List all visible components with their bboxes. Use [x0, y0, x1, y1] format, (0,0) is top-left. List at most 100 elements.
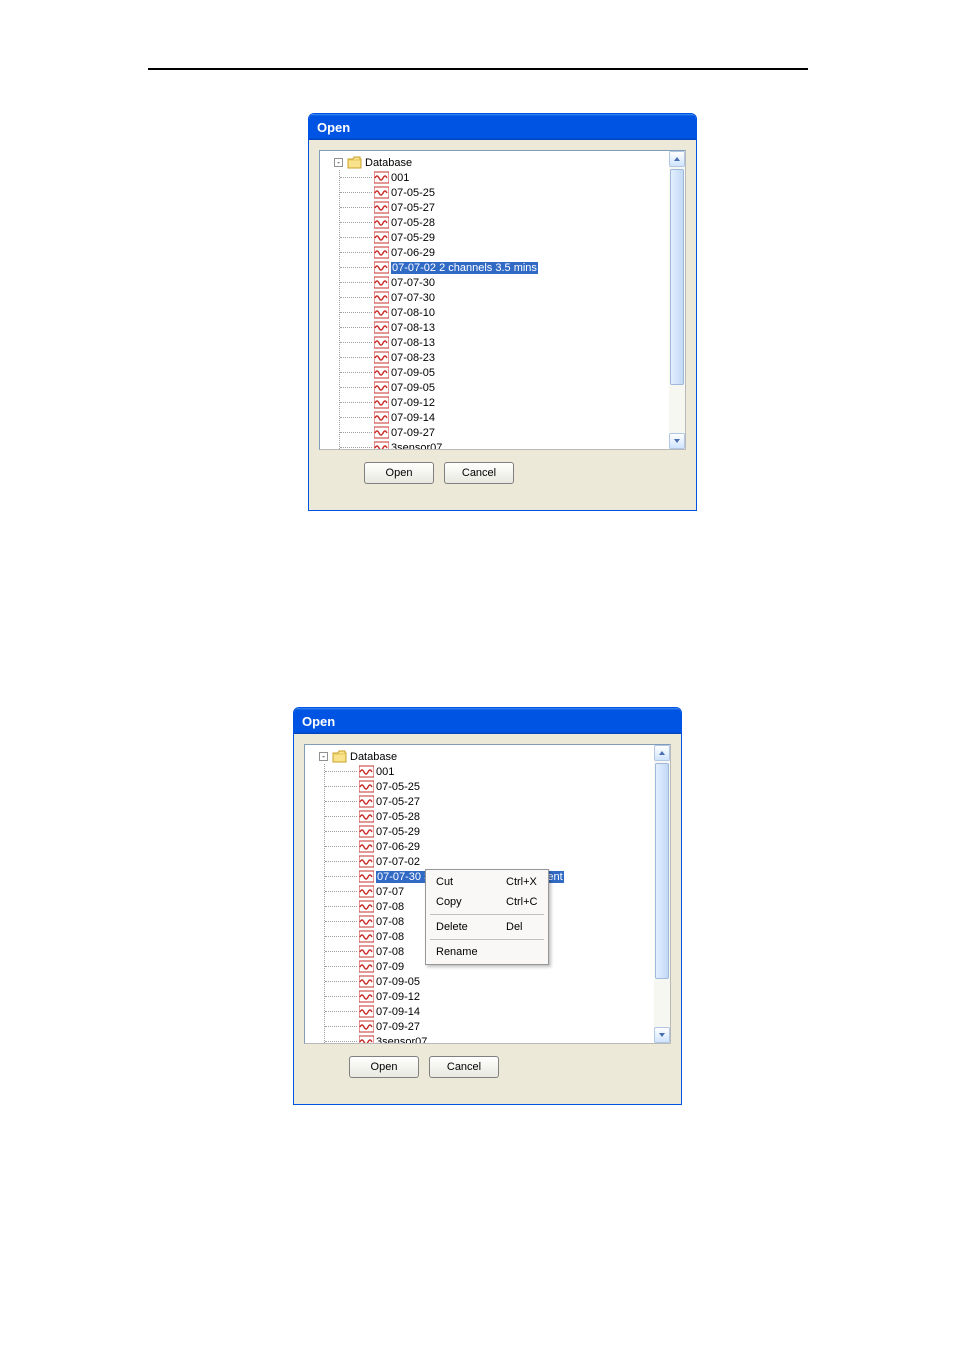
signal-file-icon	[359, 1005, 374, 1018]
menu-item-label: Cut	[436, 876, 486, 888]
tree-item-label: 07-09-12	[376, 991, 420, 1003]
signal-file-icon	[374, 396, 389, 409]
tree-item[interactable]: 07-07-30	[340, 290, 669, 305]
scroll-up-button[interactable]	[654, 745, 670, 761]
scrollbar[interactable]	[654, 745, 670, 1043]
signal-file-icon	[359, 990, 374, 1003]
tree-item-label: 3sensor07	[376, 1036, 427, 1044]
tree-item-label: 07-08-13	[391, 337, 435, 349]
tree-item-label: 07-09-05	[391, 382, 435, 394]
menu-item-label: Delete	[436, 921, 486, 933]
scroll-down-button[interactable]	[654, 1027, 670, 1043]
scrollbar-thumb[interactable]	[670, 169, 684, 385]
menu-item-label: Copy	[436, 896, 486, 908]
tree-item[interactable]: 07-08-13	[340, 320, 669, 335]
tree-root[interactable]: - Database	[326, 155, 669, 170]
tree-item[interactable]: 07-09-12	[325, 989, 654, 1004]
tree-item-label: 07-07-02 2 channels 3.5 mins	[391, 262, 538, 274]
tree-item[interactable]: 07-09-12	[340, 395, 669, 410]
menu-separator	[430, 914, 544, 915]
scrollbar[interactable]	[669, 151, 685, 449]
scroll-up-button[interactable]	[669, 151, 685, 167]
titlebar[interactable]: Open	[309, 114, 696, 140]
tree-item[interactable]: 07-05-25	[325, 779, 654, 794]
tree-view[interactable]: -Database00107-05-2507-05-2707-05-2807-0…	[304, 744, 671, 1044]
cancel-button[interactable]: Cancel	[429, 1056, 499, 1078]
tree-item-label: 07-05-29	[391, 232, 435, 244]
signal-file-icon	[359, 945, 374, 958]
expander-icon[interactable]: -	[319, 752, 328, 761]
context-menu-copy[interactable]: Copy Ctrl+C	[428, 892, 546, 912]
tree-item[interactable]: 3sensor07	[340, 440, 669, 449]
tree-item-label: 07-05-28	[376, 811, 420, 823]
tree-item[interactable]: 07-08-23	[340, 350, 669, 365]
tree-item[interactable]: 07-06-29	[325, 839, 654, 854]
tree-item-label: 07-05-27	[391, 202, 435, 214]
tree-item-label: 07-08-10	[391, 307, 435, 319]
tree-item[interactable]: 001	[340, 170, 669, 185]
open-button[interactable]: Open	[364, 462, 434, 484]
scrollbar-track[interactable]	[654, 761, 670, 1027]
open-button[interactable]: Open	[349, 1056, 419, 1078]
tree-item[interactable]: 07-05-28	[325, 809, 654, 824]
tree-item[interactable]: 07-05-29	[325, 824, 654, 839]
tree-root-label: Database	[365, 157, 412, 169]
signal-file-icon	[374, 216, 389, 229]
context-menu: Cut Ctrl+X Copy Ctrl+C Delete Del Rename	[425, 869, 549, 965]
tree-item[interactable]: 07-06-29	[340, 245, 669, 260]
tree-item[interactable]: 07-09-05	[325, 974, 654, 989]
tree-item[interactable]: 07-05-28	[340, 215, 669, 230]
scrollbar-thumb[interactable]	[655, 763, 669, 979]
tree-root[interactable]: - Database	[311, 749, 654, 764]
scrollbar-track[interactable]	[669, 167, 685, 433]
tree-item-label: 07-09-27	[376, 1021, 420, 1033]
titlebar[interactable]: Open	[294, 708, 681, 734]
tree-root-label: Database	[350, 751, 397, 763]
tree-item-label: 07-09-27	[391, 427, 435, 439]
tree-item[interactable]: 3sensor07	[325, 1034, 654, 1043]
expander-icon[interactable]: -	[334, 158, 343, 167]
tree-item[interactable]: 07-09-14	[325, 1004, 654, 1019]
signal-file-icon	[359, 825, 374, 838]
dialog-title: Open	[302, 714, 335, 729]
dialog-buttons: Open Cancel	[309, 456, 696, 484]
tree-item[interactable]: 07-05-25	[340, 185, 669, 200]
tree-item-label: 07-05-25	[376, 781, 420, 793]
tree-item[interactable]: 07-07-02 2 channels 3.5 mins	[340, 260, 669, 275]
tree-item[interactable]: 07-07-30	[340, 275, 669, 290]
tree-item[interactable]: 07-09-14	[340, 410, 669, 425]
signal-file-icon	[374, 186, 389, 199]
tree-item[interactable]: 001	[325, 764, 654, 779]
tree-item[interactable]: 07-09-05	[340, 365, 669, 380]
tree-item-label: 07-08	[376, 931, 404, 943]
tree-item[interactable]: 07-05-27	[340, 200, 669, 215]
down-arrow-icon	[658, 1031, 666, 1039]
tree-view[interactable]: - Database 00107-05-25 07-05-27 07-05-28 07-0…	[319, 150, 686, 450]
tree-item-label: 07-07	[376, 886, 404, 898]
signal-file-icon	[374, 336, 389, 349]
signal-file-icon	[374, 366, 389, 379]
tree-item[interactable]: 07-09-27	[325, 1019, 654, 1034]
tree-item[interactable]: 07-08-13	[340, 335, 669, 350]
menu-item-label: Rename	[436, 946, 486, 958]
signal-file-icon	[374, 171, 389, 184]
tree-item[interactable]: 07-09-27	[340, 425, 669, 440]
signal-file-icon	[374, 291, 389, 304]
tree-item[interactable]: 07-05-27	[325, 794, 654, 809]
dialog-buttons: Open Cancel	[294, 1050, 681, 1078]
signal-file-icon	[374, 441, 389, 449]
tree-item[interactable]: 07-05-29	[340, 230, 669, 245]
cancel-button[interactable]: Cancel	[444, 462, 514, 484]
dialog-title: Open	[317, 120, 350, 135]
context-menu-rename[interactable]: Rename	[428, 942, 546, 962]
tree-item[interactable]: 07-08-10	[340, 305, 669, 320]
tree-item[interactable]: 07-07-02	[325, 854, 654, 869]
context-menu-delete[interactable]: Delete Del	[428, 917, 546, 937]
context-menu-cut[interactable]: Cut Ctrl+X	[428, 872, 546, 892]
tree-item[interactable]: 07-09-05	[340, 380, 669, 395]
signal-file-icon	[359, 885, 374, 898]
tree-item-label: 07-06-29	[391, 247, 435, 259]
tree-item-label: 001	[391, 172, 409, 184]
tree-item-label: 07-05-28	[391, 217, 435, 229]
scroll-down-button[interactable]	[669, 433, 685, 449]
